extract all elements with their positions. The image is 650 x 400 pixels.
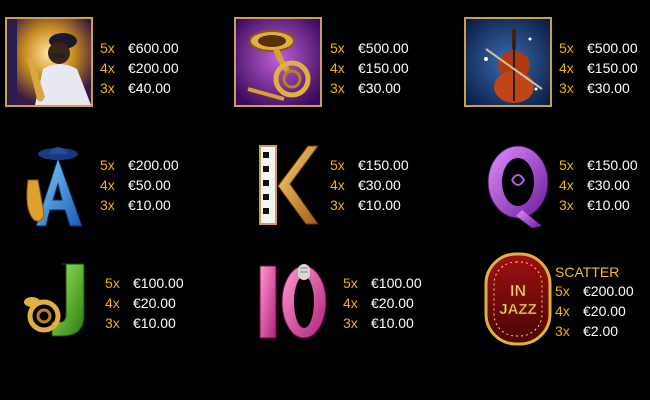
payout: €600.00 bbox=[128, 40, 179, 56]
letter-a-icon bbox=[22, 140, 94, 230]
multiplier: 5x bbox=[559, 40, 574, 56]
letter-j-icon bbox=[22, 260, 94, 340]
french-horn-icon bbox=[234, 17, 322, 107]
cello-icon bbox=[464, 17, 552, 107]
payout: €500.00 bbox=[587, 40, 638, 56]
multiplier: 3x bbox=[105, 315, 120, 331]
multiplier: 5x bbox=[100, 157, 115, 173]
letter-q-icon bbox=[482, 140, 554, 230]
payout: €150.00 bbox=[358, 60, 409, 76]
multiplier: 3x bbox=[559, 197, 574, 213]
multiplier: 3x bbox=[100, 80, 115, 96]
pay-row: 4x €200.00 bbox=[100, 58, 179, 78]
payout: €2.00 bbox=[583, 323, 619, 339]
payout: €30.00 bbox=[587, 177, 630, 193]
payout: €100.00 bbox=[133, 275, 184, 291]
multiplier: 3x bbox=[330, 197, 345, 213]
payout: €150.00 bbox=[587, 60, 638, 76]
multiplier: 4x bbox=[100, 60, 115, 76]
pay-row: 4x €30.00 bbox=[559, 175, 638, 195]
pay-row: 5x €500.00 bbox=[559, 38, 638, 58]
pay-row: 5x €200.00 bbox=[555, 281, 634, 301]
multiplier: 5x bbox=[343, 275, 358, 291]
multiplier: 3x bbox=[343, 315, 358, 331]
multiplier: 4x bbox=[330, 60, 345, 76]
pay-row: 4x €20.00 bbox=[555, 301, 634, 321]
pay-row: 3x €10.00 bbox=[559, 195, 638, 215]
multiplier: 5x bbox=[330, 40, 345, 56]
number-10-icon bbox=[256, 260, 332, 342]
multiplier: 3x bbox=[100, 197, 115, 213]
scatter-logo-text-bottom: JAZZ bbox=[499, 301, 537, 318]
pay-row: 3x €10.00 bbox=[343, 313, 422, 333]
multiplier: 5x bbox=[559, 157, 574, 173]
pay-row: 5x €100.00 bbox=[343, 273, 422, 293]
pay-row: 5x €150.00 bbox=[559, 155, 638, 175]
payout: €500.00 bbox=[358, 40, 409, 56]
multiplier: 4x bbox=[559, 60, 574, 76]
payout: €200.00 bbox=[128, 157, 179, 173]
letter-k-icon bbox=[254, 142, 320, 228]
payout: €30.00 bbox=[358, 80, 401, 96]
payout: €40.00 bbox=[128, 80, 171, 96]
payout: €10.00 bbox=[358, 197, 401, 213]
payout: €20.00 bbox=[371, 295, 414, 311]
pay-row: 3x €10.00 bbox=[330, 195, 409, 215]
multiplier: 5x bbox=[330, 157, 345, 173]
pay-row: 5x €100.00 bbox=[105, 273, 184, 293]
payout: €100.00 bbox=[371, 275, 422, 291]
payout: €10.00 bbox=[587, 197, 630, 213]
pay-row: 3x €2.00 bbox=[555, 321, 634, 341]
multiplier: 4x bbox=[105, 295, 120, 311]
in-jazz-scatter-icon: IN JAZZ bbox=[484, 252, 552, 346]
scatter-logo-text-top: IN bbox=[510, 283, 526, 300]
pay-row: 4x €150.00 bbox=[559, 58, 638, 78]
payout: €30.00 bbox=[358, 177, 401, 193]
pay-row: 4x €20.00 bbox=[343, 293, 422, 313]
saxophonist-icon bbox=[5, 17, 93, 107]
payout: €200.00 bbox=[583, 283, 634, 299]
multiplier: 3x bbox=[555, 323, 570, 339]
payout: €150.00 bbox=[358, 157, 409, 173]
multiplier: 5x bbox=[555, 283, 570, 299]
pay-row: 5x €500.00 bbox=[330, 38, 409, 58]
pay-row: 3x €10.00 bbox=[105, 313, 184, 333]
multiplier: 4x bbox=[343, 295, 358, 311]
multiplier: 4x bbox=[559, 177, 574, 193]
pay-row: 4x €150.00 bbox=[330, 58, 409, 78]
payout: €10.00 bbox=[128, 197, 171, 213]
pay-row: 5x €200.00 bbox=[100, 155, 179, 175]
payout: €10.00 bbox=[371, 315, 414, 331]
multiplier: 3x bbox=[559, 80, 574, 96]
multiplier: 5x bbox=[105, 275, 120, 291]
pay-row: 3x €40.00 bbox=[100, 78, 179, 98]
pay-row: 4x €20.00 bbox=[105, 293, 184, 313]
payout: €200.00 bbox=[128, 60, 179, 76]
payout: €150.00 bbox=[587, 157, 638, 173]
multiplier: 4x bbox=[330, 177, 345, 193]
pay-row: 5x €600.00 bbox=[100, 38, 179, 58]
multiplier: 5x bbox=[100, 40, 115, 56]
pay-row: 3x €10.00 bbox=[100, 195, 179, 215]
payout: €20.00 bbox=[583, 303, 626, 319]
pay-row: 4x €30.00 bbox=[330, 175, 409, 195]
scatter-label: SCATTER bbox=[555, 264, 620, 280]
pay-row: 5x €150.00 bbox=[330, 155, 409, 175]
payout: €50.00 bbox=[128, 177, 171, 193]
pay-row: 3x €30.00 bbox=[330, 78, 409, 98]
multiplier: 4x bbox=[100, 177, 115, 193]
payout: €10.00 bbox=[133, 315, 176, 331]
pay-row: 4x €50.00 bbox=[100, 175, 179, 195]
multiplier: 4x bbox=[555, 303, 570, 319]
multiplier: 3x bbox=[330, 80, 345, 96]
payout: €30.00 bbox=[587, 80, 630, 96]
payout: €20.00 bbox=[133, 295, 176, 311]
pay-row: 3x €30.00 bbox=[559, 78, 638, 98]
